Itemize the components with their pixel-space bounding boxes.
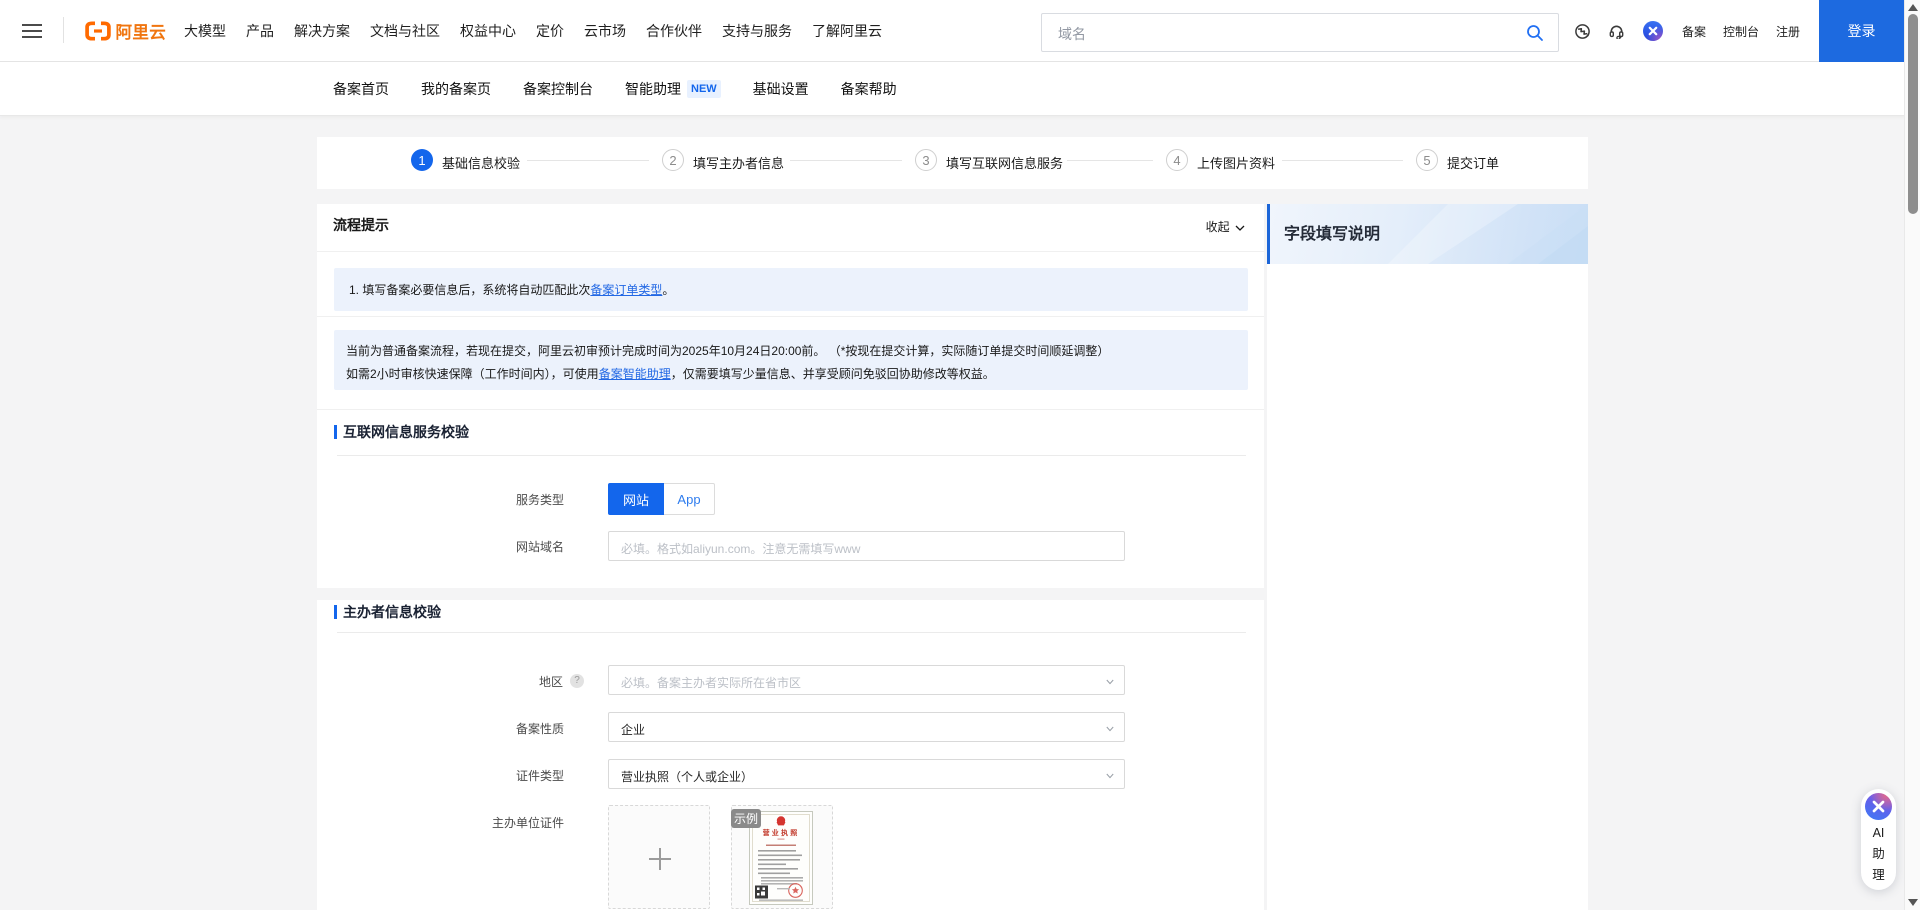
svg-text:营业执照: 营业执照 xyxy=(763,828,800,837)
svg-text:阿里云: 阿里云 xyxy=(116,23,167,42)
